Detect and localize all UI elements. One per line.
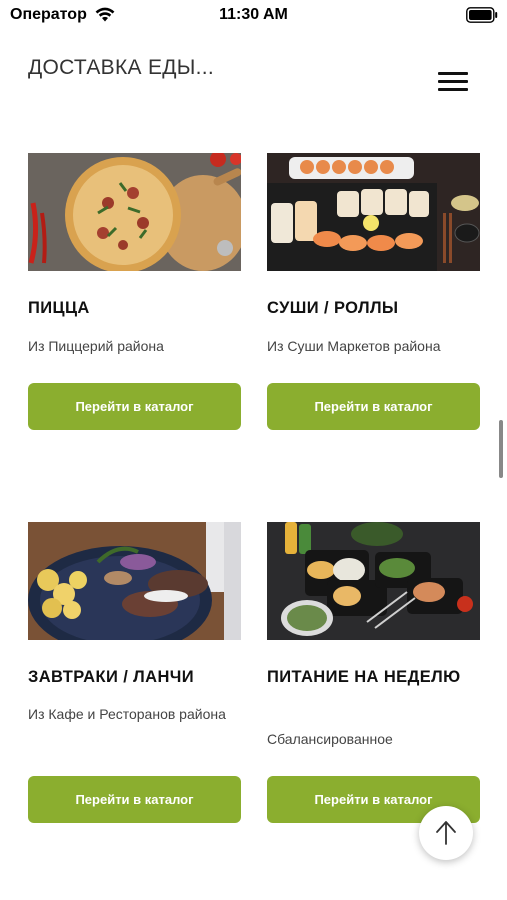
- category-title: ЗАВТРАКИ / ЛАНЧИ: [28, 668, 195, 686]
- catalog-button[interactable]: Перейти в каталог: [28, 776, 241, 823]
- menu-line: [438, 88, 468, 91]
- status-bar: Оператор 11:30 AM: [0, 0, 507, 32]
- category-subtitle: Из Пиццерий района: [28, 338, 164, 354]
- category-card-weekly: ПИТАНИЕ НА НЕДЕЛЮ Сбалансированное Перей…: [267, 522, 480, 824]
- catalog-button[interactable]: Перейти в каталог: [28, 383, 241, 430]
- page-title: ДОСТАВКА ЕДЫ...: [28, 56, 215, 79]
- pizza-photo: [28, 153, 241, 271]
- category-title: ПИТАНИЕ НА НЕДЕЛЮ: [267, 668, 461, 686]
- meal-prep-photo: [267, 522, 480, 640]
- scroll-to-top-button[interactable]: [419, 806, 473, 860]
- scroll-indicator[interactable]: [499, 420, 503, 478]
- category-card-pizza: ПИЦЦА Из Пиццерий района Перейти в катал…: [28, 153, 241, 433]
- category-title: ПИЦЦА: [28, 299, 90, 317]
- category-card-breakfast: ЗАВТРАКИ / ЛАНЧИ Из Кафе и Ресторанов ра…: [28, 522, 241, 824]
- category-subtitle: Сбалансированное: [267, 731, 393, 747]
- battery-icon: [466, 7, 498, 23]
- breakfast-photo: [28, 522, 241, 640]
- category-subtitle: Из Суши Маркетов района: [267, 338, 441, 354]
- menu-line: [438, 72, 468, 75]
- menu-line: [438, 80, 468, 83]
- arrow-up-icon: [436, 821, 456, 845]
- sushi-photo: [267, 153, 480, 271]
- status-time: 11:30 AM: [219, 6, 288, 23]
- category-card-sushi: СУШИ / РОЛЛЫ Из Суши Маркетов района Пер…: [267, 153, 480, 433]
- category-subtitle: Из Кафе и Ресторанов района: [28, 706, 226, 722]
- catalog-button[interactable]: Перейти в каталог: [267, 383, 480, 430]
- hamburger-menu-icon[interactable]: [438, 70, 470, 94]
- category-title: СУШИ / РОЛЛЫ: [267, 299, 399, 317]
